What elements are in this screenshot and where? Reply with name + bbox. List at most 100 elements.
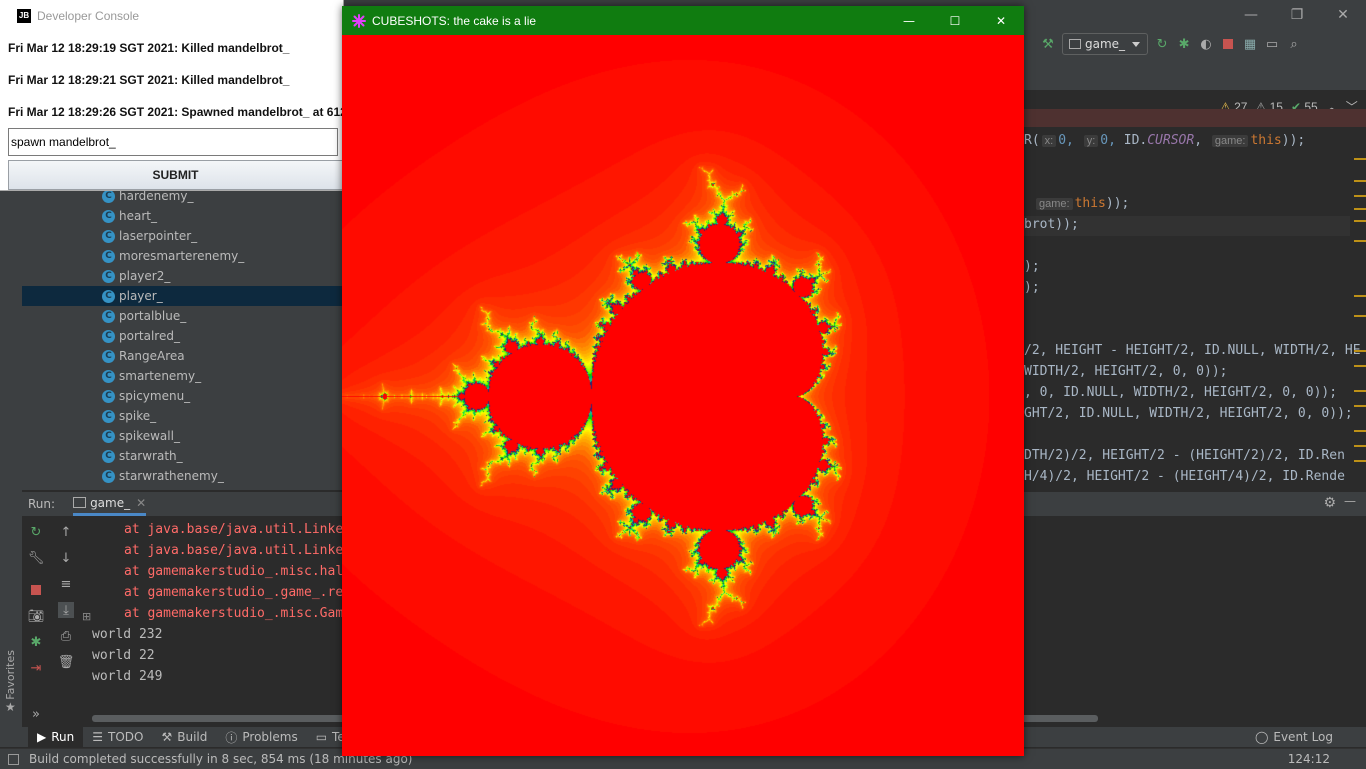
code-lines: R(x: 0, y: 0, ID.CURSOR, game: this)); game…: [1024, 133, 1361, 493]
close-tab-icon[interactable]: ✕: [136, 496, 146, 510]
hide-panel-icon[interactable]: —: [1344, 494, 1356, 508]
mandelbrot-canvas[interactable]: [342, 35, 1024, 756]
event-log-button[interactable]: ◯ Event Log: [1246, 727, 1342, 747]
terminal-icon: ▭: [315, 730, 328, 744]
arrow-up-icon[interactable]: ↑: [58, 524, 74, 540]
rerun-icon[interactable]: ↻: [1154, 36, 1170, 52]
minimize-icon[interactable]: —: [1228, 0, 1274, 30]
tab-problems[interactable]: ⓘ Problems: [216, 727, 306, 747]
class-icon: C: [102, 329, 115, 343]
code-line: DTH/2)/2, HEIGHT/2 - (HEIGHT/2)/2, ID.Re…: [1024, 448, 1345, 463]
tree-item[interactable]: Cmoresmarterenemy_: [22, 246, 342, 266]
class-icon: C: [102, 369, 115, 383]
ide-window-controls: — ❐ ✕: [1228, 0, 1366, 30]
project-structure-icon[interactable]: ▦: [1242, 36, 1258, 52]
tree-item[interactable]: Cportalred_: [22, 326, 342, 346]
fold-icon[interactable]: ⊞: [82, 610, 91, 623]
code-line: /2, HEIGHT - HEIGHT/2, ID.NULL, WIDTH/2,…: [1024, 343, 1361, 358]
project-tree[interactable]: Chardenemy_ Cheart_ Claserpointer_ Cmoresma…: [22, 186, 342, 490]
class-icon: C: [102, 249, 115, 263]
code-line: R(x: 0, y: 0, ID.CURSOR, game: this));: [1024, 133, 1306, 148]
tree-item[interactable]: C RangeArea: [22, 346, 342, 366]
exit-icon[interactable]: ⇥: [28, 660, 44, 676]
tree-item[interactable]: Cstarwrathenemy_: [22, 466, 342, 486]
maximize-icon[interactable]: ☐: [932, 6, 978, 35]
console-output-line: world 22: [92, 648, 155, 663]
run-label: Run:: [28, 497, 56, 511]
stop-icon[interactable]: [1220, 36, 1236, 52]
tab-todo[interactable]: ☰ TODO: [83, 727, 152, 747]
tree-item-label: starwrathenemy_: [119, 469, 224, 483]
developer-console-titlebar[interactable]: JB Developer Console: [0, 0, 343, 31]
rerun-icon[interactable]: ↻: [28, 524, 44, 540]
wrench-icon[interactable]: 🔧︎: [28, 550, 45, 566]
submit-button[interactable]: SUBMIT: [8, 160, 343, 190]
restore-icon[interactable]: ❐: [1274, 0, 1320, 30]
window-title: CUBESHOTS: the cake is a lie: [372, 13, 537, 28]
run-tab-game[interactable]: game_ ✕: [73, 492, 147, 516]
tree-item[interactable]: Cspike_: [22, 406, 342, 426]
game-titlebar[interactable]: CUBESHOTS: the cake is a lie — ☐ ✕: [342, 6, 1024, 35]
console-error-line[interactable]: at gamemakerstudio_.misc.hal: [124, 564, 342, 579]
console-error-line[interactable]: at gamemakerstudio_.misc.Gam: [124, 606, 342, 621]
gear-icon[interactable]: ⚙: [1323, 495, 1336, 511]
hammer-build-icon[interactable]: ⚒: [1040, 36, 1056, 52]
caret-position[interactable]: 124:12: [1288, 752, 1330, 766]
debug-icon[interactable]: ✱: [1176, 36, 1192, 52]
tree-item[interactable]: Cportalblue_: [22, 306, 342, 326]
hammer-icon: ⚒: [161, 730, 173, 744]
soft-wrap-icon[interactable]: ≡: [58, 576, 74, 592]
tree-item[interactable]: Cstarwrath_: [22, 446, 342, 466]
tree-item-label: heart_: [119, 209, 157, 223]
favorites-tab[interactable]: Favorites: [4, 650, 17, 700]
list-icon: ☰: [92, 730, 104, 744]
search-icon[interactable]: ⌕: [1286, 36, 1302, 52]
tree-item-label: spikewall_: [119, 429, 180, 443]
run-console-output[interactable]: at java.base/java.util.Linke at java.base…: [80, 516, 342, 712]
tree-item-label: portalred_: [119, 329, 180, 343]
tree-item[interactable]: Cheart_: [22, 206, 342, 226]
trash-icon[interactable]: 🗑︎: [58, 654, 75, 670]
layout-icon[interactable]: ▭: [1264, 36, 1280, 52]
more-icon[interactable]: »: [28, 706, 44, 722]
run-toolbar-vertical: ↻ 🔧︎ 📷︎ ✱ ⇥ »: [22, 516, 50, 722]
status-toggle-icon[interactable]: [8, 753, 19, 765]
tree-item[interactable]: Cspicymenu_: [22, 386, 342, 406]
class-icon: C: [102, 209, 115, 223]
game-window: CUBESHOTS: the cake is a lie — ☐ ✕: [342, 6, 1024, 756]
class-icon: C: [102, 429, 115, 443]
jetbrains-logo-icon: JB: [17, 8, 31, 23]
class-icon: C: [102, 469, 115, 483]
tree-item[interactable]: Csmartenemy_: [22, 366, 342, 386]
debug-icon[interactable]: ✱: [28, 634, 44, 650]
class-icon: C: [102, 349, 115, 363]
editor-error-stripe[interactable]: [1352, 150, 1366, 480]
tree-item[interactable]: Cplayer_: [22, 286, 342, 306]
run-configuration-select[interactable]: game_: [1062, 33, 1149, 55]
code-line: , 0, ID.NULL, WIDTH/2, HEIGHT/2, 0, 0));: [1024, 385, 1338, 400]
console-output-line: world 249: [92, 669, 163, 684]
coverage-icon[interactable]: ◐: [1198, 36, 1214, 52]
tree-item[interactable]: Cplayer2_: [22, 266, 342, 286]
console-error-line[interactable]: at java.base/java.util.Linke: [124, 522, 342, 537]
run-toolbar: ⚒ game_ ↻ ✱ ◐ ▦ ▭ ⌕: [1040, 32, 1366, 56]
tab-run[interactable]: ▶ Run: [28, 727, 84, 747]
console-error-line[interactable]: at gamemakerstudio_.game_.re: [124, 585, 342, 600]
code-line: brot));: [1024, 217, 1079, 232]
close-icon[interactable]: ✕: [978, 6, 1024, 35]
arrow-down-icon[interactable]: ↓: [58, 550, 74, 566]
command-input[interactable]: [8, 128, 338, 156]
tree-item[interactable]: Cspikewall_: [22, 426, 342, 446]
camera-icon[interactable]: 📷︎: [28, 608, 45, 624]
console-error-line[interactable]: at java.base/java.util.Linke: [124, 543, 342, 558]
print-icon[interactable]: ⎙: [58, 628, 74, 644]
class-icon: C: [102, 289, 115, 303]
tree-item[interactable]: Claserpointer_: [22, 226, 342, 246]
close-icon[interactable]: ✕: [1320, 0, 1366, 30]
scroll-to-end-icon[interactable]: ⤓: [58, 602, 74, 618]
tab-build[interactable]: ⚒ Build: [152, 727, 216, 747]
tree-item-label: RangeArea: [119, 349, 185, 363]
stop-icon[interactable]: [28, 582, 44, 598]
minimize-icon[interactable]: —: [886, 6, 932, 35]
tree-item-label: player_: [119, 289, 163, 303]
